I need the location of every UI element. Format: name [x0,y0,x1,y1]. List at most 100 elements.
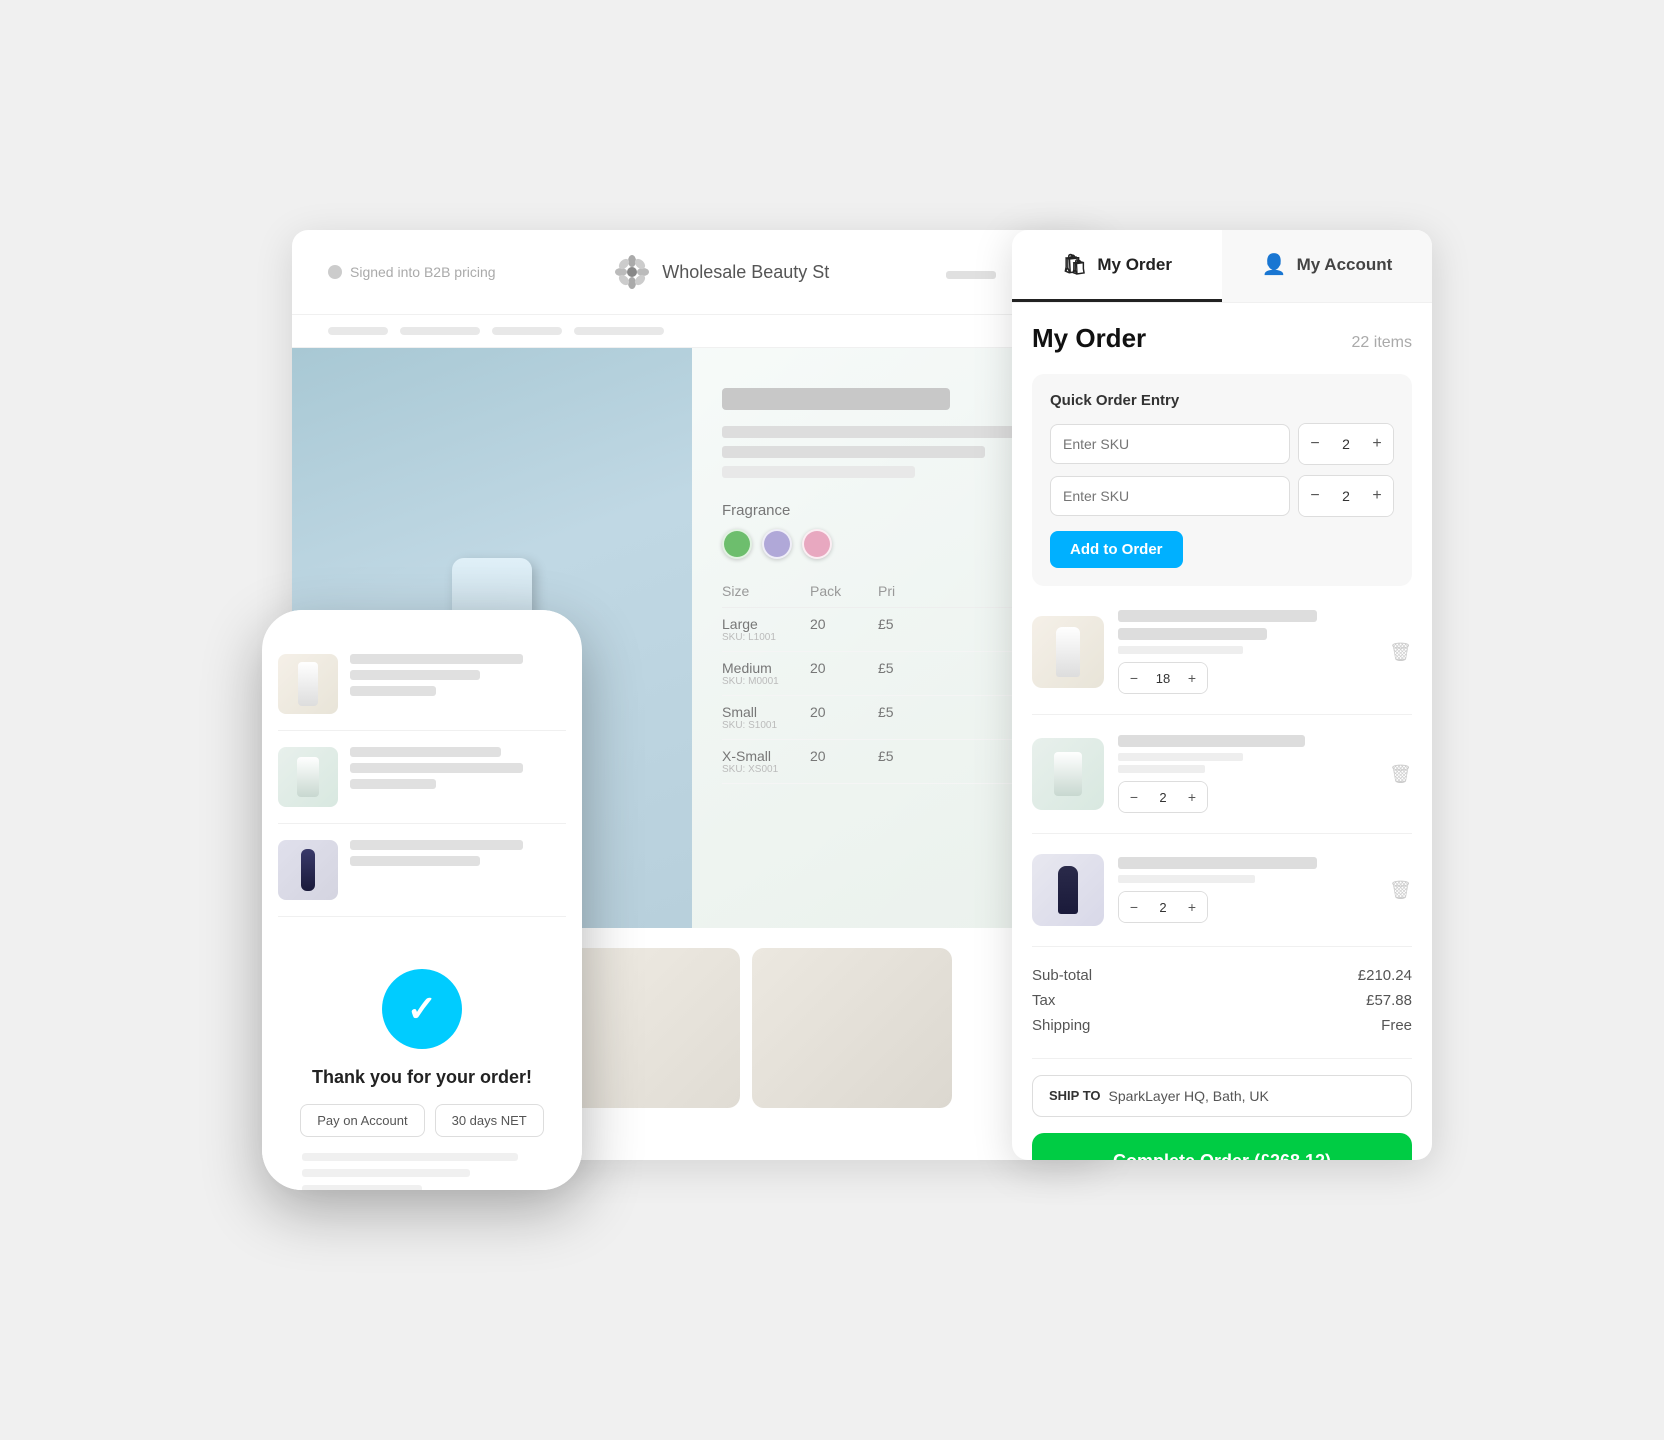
tab-my-order[interactable]: 🛍 My Order [1012,230,1222,302]
row-1-pack: 20 [810,616,870,643]
order-item-info-2: − 2 + [1118,735,1367,813]
item-qty-row-2: − 2 + [1118,781,1367,813]
item-qty-control-3: − 2 + [1118,891,1208,923]
order-summary: Sub-total £210.24 Tax £57.88 Shipping Fr… [1032,967,1412,1059]
product-title-bar [722,388,950,410]
phone-item-1 [278,654,566,731]
row-3-sku: SKU: S1001 [722,720,802,731]
sku-input-1[interactable] [1050,424,1290,464]
phone-bar-2a [350,747,501,757]
item-qty-increase-1[interactable]: + [1177,663,1207,693]
ship-to-label: SHIP TO [1049,1088,1101,1104]
store-name: Wholesale Beauty St [662,262,829,283]
b2b-status-dot [328,265,342,279]
row-4-pack: 20 [810,748,870,775]
qty-value-2: 2 [1331,488,1361,504]
phone-item-text-1 [350,654,566,714]
row-4-sku: SKU: XS001 [722,764,802,775]
bottle-icon-1 [1056,627,1080,677]
phone-bar-1a [350,654,523,664]
row-2-size: Medium [722,660,772,676]
order-title-row: My Order 22 items [1032,323,1412,354]
item-qty-increase-3[interactable]: + [1177,892,1207,922]
row-4-price: £5 [878,748,938,775]
phone-item-img-3 [278,840,338,900]
nav-item-3 [492,327,562,335]
nav-item-4 [574,327,664,335]
phone-success-section: ✓ Thank you for your order! Pay on Accou… [262,945,582,1190]
complete-order-button[interactable]: Complete Order (£268.12) [1032,1133,1412,1160]
col-size: Size [722,583,802,599]
order-item-image-1 [1032,616,1104,688]
delete-item-2[interactable]: 🗑 [1389,764,1412,785]
qty-decrease-1[interactable]: − [1299,424,1331,464]
nav-item-2 [400,327,480,335]
order-item-image-3 [1032,854,1104,926]
item-name-bar-3 [1118,857,1317,869]
product-desc-2 [722,446,985,458]
gallery-thumb-3 [752,948,952,1108]
item-sub-bar-3 [1118,875,1255,883]
delete-item-3[interactable]: 🗑 [1389,880,1412,901]
phone-item-img-2 [278,747,338,807]
order-title: My Order [1032,323,1146,354]
summary-subtotal: Sub-total £210.24 [1032,967,1412,984]
phone-item-text-2 [350,747,566,807]
row-1-price: £5 [878,616,938,643]
swatch-pink[interactable] [802,529,832,559]
phone-overlay: ✓ Thank you for your order! Pay on Accou… [262,610,582,1190]
tax-value: £57.88 [1366,992,1412,1009]
item-qty-decrease-2[interactable]: − [1119,782,1149,812]
qty-decrease-2[interactable]: − [1299,476,1331,516]
nav-bar [292,315,1102,348]
item-qty-decrease-1[interactable]: − [1119,663,1149,693]
order-item-image-2 [1032,738,1104,810]
item-qty-control-2: − 2 + [1118,781,1208,813]
item-name-bar-2 [1118,735,1305,747]
shipping-label: Shipping [1032,1017,1090,1034]
row-1-size: Large [722,616,758,632]
swatch-green[interactable] [722,529,752,559]
phone-item-text-3 [350,840,566,900]
ship-to-box: SHIP TO SparkLayer HQ, Bath, UK [1032,1075,1412,1117]
qty-value-1: 2 [1331,436,1361,452]
qty-control-2: − 2 + [1298,475,1394,517]
qty-increase-2[interactable]: + [1361,476,1393,516]
order-body: My Order 22 items Quick Order Entry − 2 … [1012,303,1432,1160]
swatch-purple[interactable] [762,529,792,559]
net-terms-button[interactable]: 30 days NET [435,1104,544,1137]
item-name-bar-1 [1118,610,1317,622]
order-item-2: − 2 + 🗑 [1032,735,1412,834]
item-qty-decrease-3[interactable]: − [1119,892,1149,922]
order-item-info-1: − 18 + [1118,610,1367,694]
item-qty-row-1: − 18 + [1118,662,1367,694]
pay-on-account-button[interactable]: Pay on Account [300,1104,424,1137]
sku-input-2[interactable] [1050,476,1290,516]
col-pack: Pack [810,583,870,599]
col-price: Pri [878,583,938,599]
add-to-order-button[interactable]: Add to Order [1050,531,1183,568]
phone-bar-3b [350,856,480,866]
item-name-bar-1b [1118,628,1267,640]
qty-control-1: − 2 + [1298,423,1394,465]
subtotal-value: £210.24 [1358,967,1412,984]
shipping-value: Free [1381,1017,1412,1034]
row-3-price: £5 [878,704,938,731]
tab-my-account[interactable]: 👤 My Account [1222,230,1432,302]
order-item-info-3: − 2 + [1118,857,1367,923]
phone-bottom-lines [282,1153,562,1190]
b2b-status-text: Signed into B2B pricing [350,264,496,280]
qty-increase-1[interactable]: + [1361,424,1393,464]
item-qty-increase-2[interactable]: + [1177,782,1207,812]
store-logo: Wholesale Beauty St [612,252,829,292]
product-desc-1 [722,426,1030,438]
bottle-icon-2 [1054,752,1082,796]
order-item-count: 22 items [1352,334,1412,352]
nav-item-1 [328,327,388,335]
item-qty-row-3: − 2 + [1118,891,1367,923]
quick-order-box: Quick Order Entry − 2 + − 2 + [1032,374,1412,586]
item-qty-control-1: − 18 + [1118,662,1208,694]
delete-item-1[interactable]: 🗑 [1389,642,1412,663]
item-qty-val-2: 2 [1149,790,1177,805]
subtotal-label: Sub-total [1032,967,1092,984]
